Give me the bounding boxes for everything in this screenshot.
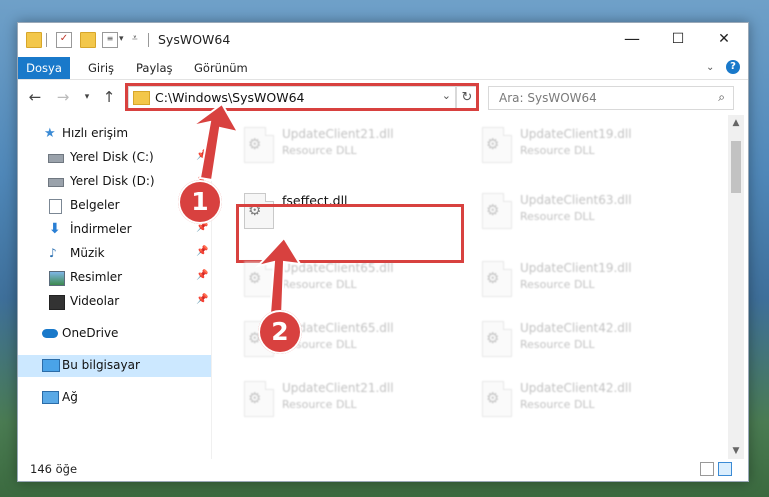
arrow-to-address-bar [191,102,240,182]
callout-step-2: 2 [258,310,302,354]
arrow-to-file [254,236,302,318]
callout-arrows [191,102,302,318]
callout-step-1: 1 [178,180,222,224]
